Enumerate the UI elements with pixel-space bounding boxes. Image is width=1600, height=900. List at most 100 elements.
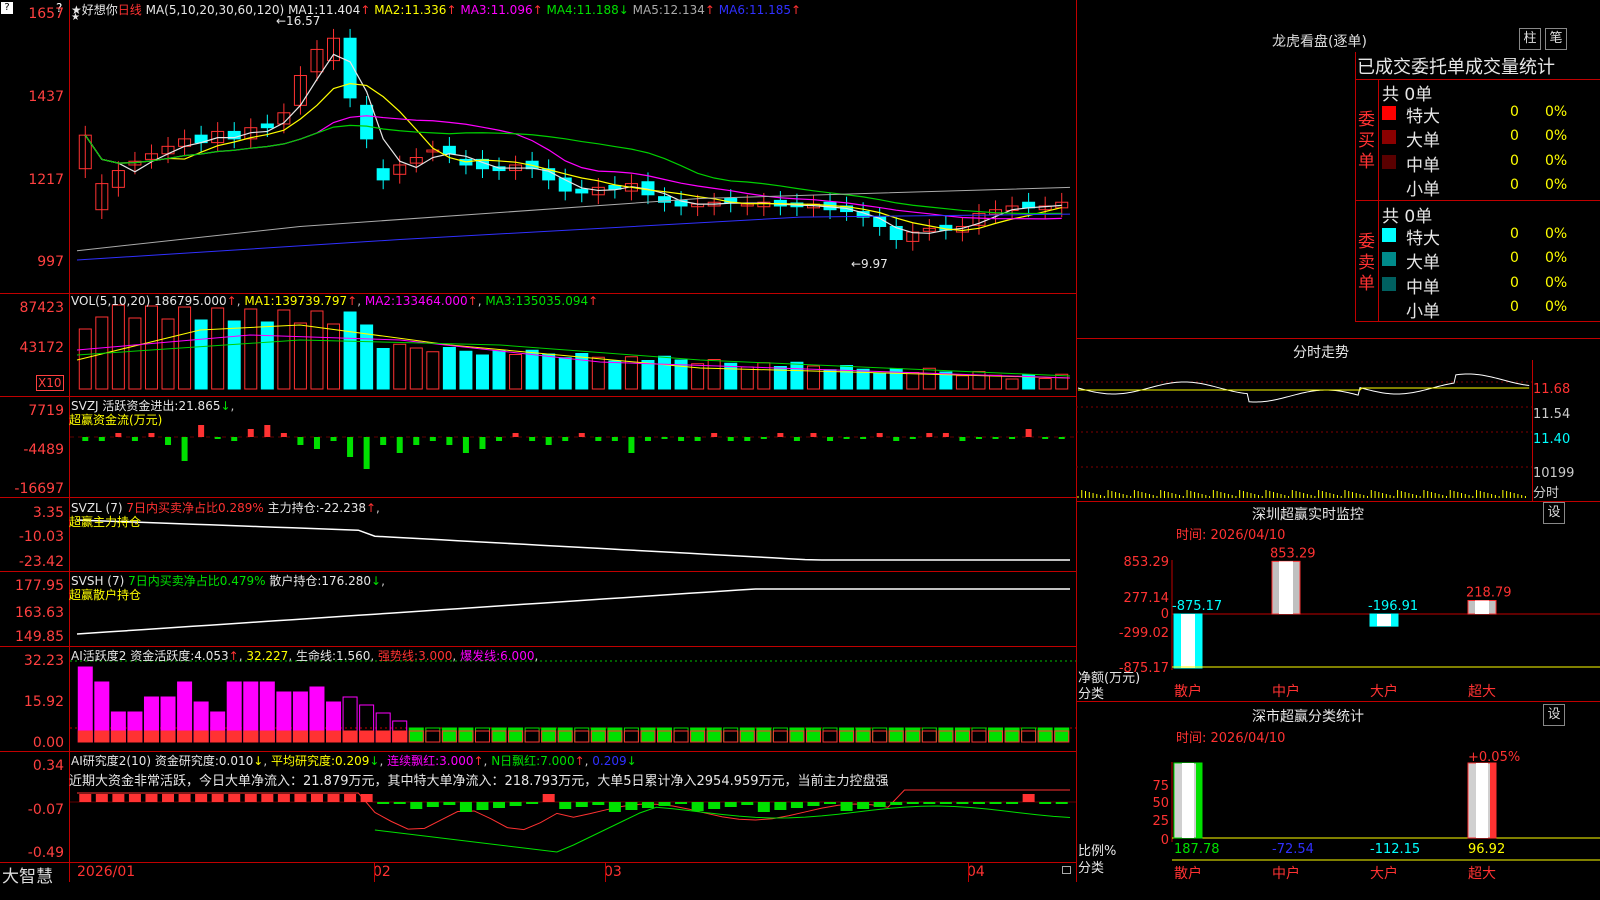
svzj-bar	[165, 437, 172, 445]
research-bar	[526, 802, 539, 804]
ma2-line	[84, 82, 1062, 232]
svzj-bar	[1009, 437, 1016, 439]
volume-bar	[972, 371, 986, 390]
svzj-bar	[446, 437, 453, 445]
svzj-bar	[661, 437, 668, 439]
research-bar	[360, 794, 373, 802]
active-base-bar	[127, 730, 143, 743]
monitor-value-label: -875.17	[1172, 599, 1222, 614]
active-bar	[971, 727, 987, 743]
class-settings-button[interactable]: 设	[1543, 704, 1565, 726]
monitor-settings-button[interactable]: 设	[1543, 502, 1565, 524]
volume-bar	[277, 309, 291, 390]
volume-bar	[343, 311, 357, 390]
order-percent: 0%	[1545, 104, 1568, 120]
active-base-bar	[822, 730, 838, 743]
active-base-bar	[723, 730, 739, 743]
svzj-bar	[810, 433, 817, 437]
research-bar	[344, 794, 357, 802]
color-swatch	[1382, 252, 1396, 267]
low-price-marker: ←9.97	[851, 257, 888, 271]
active-bar	[1054, 727, 1070, 743]
active-base-bar	[110, 730, 126, 743]
tick-view-button[interactable]: 笔	[1545, 28, 1567, 50]
candle-down	[343, 37, 357, 99]
order-size-label: 特大	[1406, 229, 1440, 249]
active-bar	[474, 727, 490, 743]
research-bar	[211, 794, 224, 802]
svzj-bar	[975, 437, 982, 439]
volume-bar	[161, 318, 175, 390]
monitor-category-label: 超大	[1468, 684, 1496, 700]
svzj-bar	[1025, 429, 1032, 437]
vol-ma3-line	[76, 339, 1071, 377]
svsh-line	[76, 588, 1070, 635]
research-bar	[575, 802, 588, 807]
kline-chart-area[interactable]	[0, 0, 1076, 882]
bar-view-button[interactable]: 柱	[1519, 28, 1541, 50]
svzj-bar	[479, 437, 486, 449]
order-row: 中单 0 0%	[1380, 151, 1600, 176]
active-bar	[1021, 727, 1037, 743]
order-row: 特大 0 0%	[1380, 224, 1600, 249]
research-bar	[1039, 802, 1052, 804]
svzj-bar	[380, 437, 387, 445]
color-swatch	[1382, 106, 1396, 120]
volume-bar	[475, 354, 489, 390]
active-bar	[690, 727, 706, 743]
svzj-bar	[909, 437, 916, 439]
monitor-y-tick: 277.14	[1124, 591, 1170, 606]
volume-bar	[790, 361, 804, 390]
research-bar	[145, 794, 158, 802]
class-y-tick: 75	[1152, 779, 1169, 794]
research-bar	[195, 794, 208, 802]
volume-bar	[376, 348, 390, 390]
intraday-chart[interactable]	[1076, 360, 1532, 500]
active-bar	[789, 727, 805, 743]
x-axis-label-feb: 02	[373, 864, 391, 880]
svzj-bar	[628, 437, 635, 453]
research-bar	[708, 802, 721, 809]
svzj-bar	[860, 437, 867, 439]
volume-bar	[244, 308, 258, 390]
volume-bar	[608, 360, 622, 390]
class-value-label: -112.15	[1370, 842, 1420, 857]
candle-down	[492, 166, 506, 172]
active-bar	[888, 727, 904, 743]
active-bar	[441, 727, 457, 743]
research-bar	[972, 802, 985, 804]
svzj-bar	[462, 437, 469, 453]
active-bar	[921, 727, 937, 743]
volume-bar	[327, 323, 341, 390]
research-bar	[261, 794, 274, 802]
active-base-bar	[359, 730, 375, 743]
active-base-bar	[971, 730, 987, 743]
volume-bar	[509, 354, 523, 390]
research-bar	[625, 802, 638, 810]
volume-bar	[906, 372, 920, 390]
svzj-bar	[777, 433, 784, 437]
active-bar	[557, 727, 573, 743]
research-bar	[774, 802, 787, 810]
intraday-title: 分时走势	[1293, 345, 1349, 361]
order-row: 小单 0 0%	[1380, 175, 1600, 200]
research-bar	[906, 802, 919, 804]
volume-bar	[542, 353, 556, 390]
volume-bar	[575, 353, 589, 390]
active-base-bar	[524, 730, 540, 743]
svzj-bar	[711, 433, 718, 437]
order-percent: 0%	[1545, 274, 1568, 291]
active-bar	[623, 727, 639, 743]
active-base-bar	[342, 730, 358, 743]
active-bar	[872, 727, 888, 743]
order-size-label: 大单	[1406, 253, 1440, 274]
lock-icon[interactable]	[1062, 866, 1071, 874]
active-base-bar	[309, 730, 325, 743]
research-bar	[807, 802, 820, 806]
research-bar	[459, 802, 472, 812]
order-stats-tabs[interactable]: 已成交委托单成交量统计	[1357, 53, 1555, 79]
active-bar	[1037, 727, 1053, 743]
monitor-value-label: 218.79	[1466, 586, 1512, 601]
research-bar	[641, 802, 654, 808]
svzj-bar	[1058, 437, 1065, 439]
